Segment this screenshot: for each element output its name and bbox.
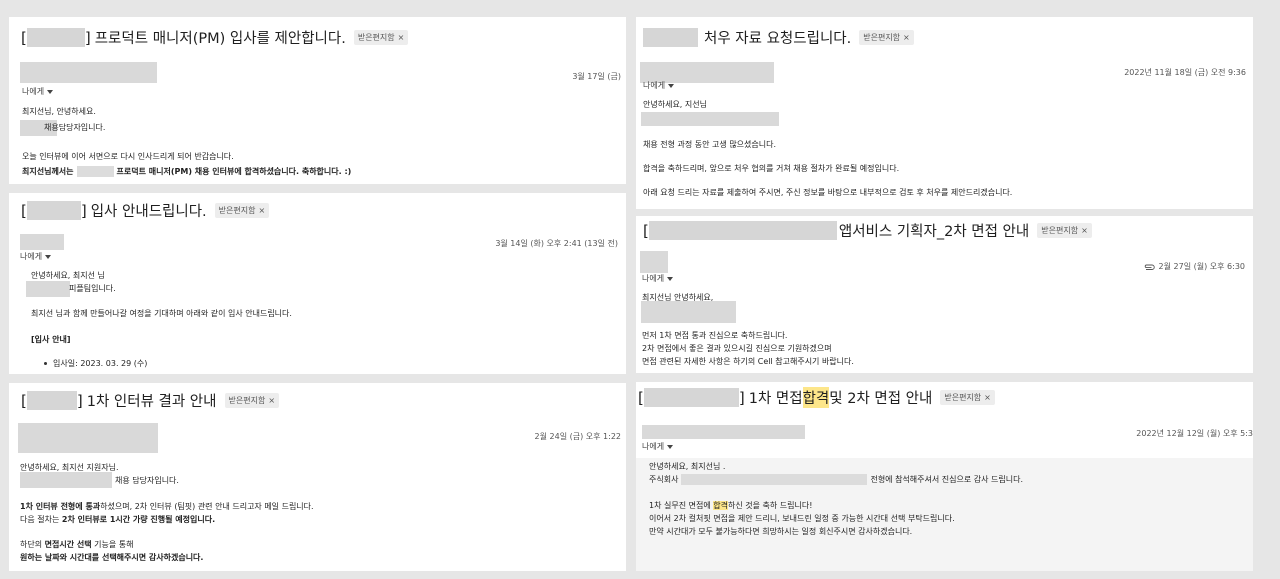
remove-label-icon[interactable]: × — [258, 206, 265, 215]
email-card-second-interview[interactable]: [ 앱서비스 기획자_2차 면접 안내 받은편지함 × 2월 27일 (월) 오후… — [636, 216, 1253, 373]
inbox-label-chip[interactable]: 받은편지함 × — [214, 203, 270, 218]
inbox-label-chip[interactable]: 받은편지함 × — [859, 30, 914, 45]
email-body-quoted: 안녕하세요, 최지선님 . 주식회사 전형에 참석해주셔서 진심으로 감사 드립니… — [636, 458, 1253, 571]
email-body-line: 아래 요청 드리는 자료를 제출하여 주시면, 주신 정보를 바탕으로 내부적으… — [643, 188, 1013, 197]
caret-down-icon — [45, 254, 52, 259]
email-subject: [ ] 1차 면접 합격 및 2차 면접 안내 받은편지함 × — [638, 387, 995, 408]
email-body-line: 만약 시간대가 모두 불가능하다면 희망하시는 일정 회신주시면 감사하겠습니다… — [649, 527, 913, 536]
email-subject: [ ] 입사 안내드립니다. 받은편지함 × — [21, 200, 270, 221]
recipient-dropdown[interactable]: 나에게 — [22, 86, 54, 97]
email-body-line: 피플팀입니다. — [69, 284, 116, 293]
email-subject: [ 앱서비스 기획자_2차 면접 안내 받은편지함 × — [643, 220, 1092, 241]
email-body-line: 다음 절차는 2차 인터뷰로 1시간 가량 진행될 예정입니다. — [20, 515, 216, 524]
email-date: 2월 27일 (월) 오후 6:30 — [1143, 261, 1245, 272]
email-date: 2022년 11월 18일 (금) 오전 9:36 — [1124, 68, 1246, 77]
email-subject: [ ] 1차 인터뷰 결과 안내 받은편지함 × — [21, 390, 280, 411]
email-date: 3월 14일 (화) 오후 2:41 (13일 전) — [495, 239, 618, 248]
email-body-line: 2차 면접에서 좋은 결과 있으시길 진심으로 기원하겠으며 — [642, 344, 832, 353]
email-body-line: 안녕하세요, 지선님 — [643, 100, 707, 109]
redacted-company — [26, 28, 85, 47]
redacted-company — [641, 112, 779, 126]
caret-down-icon — [667, 444, 674, 449]
search-highlight: 합격 — [713, 501, 728, 510]
redacted-sender — [642, 425, 805, 439]
email-body-line: 오늘 인터뷰에 이어 서면으로 다시 인사드리게 되어 반갑습니다. — [22, 152, 234, 161]
email-body-line: 먼저 1차 면접 통과 진심으로 축하드립니다. — [642, 331, 788, 340]
recipient-dropdown[interactable]: 나에게 — [642, 441, 674, 452]
email-card-interview-result[interactable]: [ ] 1차 인터뷰 결과 안내 받은편지함 × 2월 24일 (금) 오후 1:… — [9, 383, 626, 571]
caret-down-icon — [47, 89, 54, 94]
email-body-line: 채용 전형 과정 동안 고생 많으셨습니다. — [643, 140, 777, 149]
attachment-icon — [1144, 264, 1155, 270]
email-body-line: 1차 인터뷰 전형에 통과하셨으며, 2차 인터뷰 (팀핏) 관련 안내 드리고… — [20, 502, 314, 511]
email-body-line: 하단의 면접시간 선택 기능을 통해 — [20, 540, 134, 549]
email-card-first-interview-pass[interactable]: [ ] 1차 면접 합격 및 2차 면접 안내 받은편지함 × 2022년 12월… — [636, 382, 1253, 458]
email-body-line: 1차 실무진 면접에 합격하신 것을 축하 드립니다! — [649, 501, 813, 510]
remove-label-icon[interactable]: × — [903, 33, 910, 42]
remove-label-icon[interactable]: × — [984, 393, 991, 402]
email-subject: 처우 자료 요청드립니다. 받은편지함 × — [643, 27, 914, 48]
inbox-label-chip[interactable]: 받은편지함 × — [1037, 223, 1092, 238]
caret-down-icon — [667, 276, 674, 281]
redacted-company — [26, 281, 70, 297]
redacted-company — [26, 201, 81, 220]
email-body-line: 안녕하세요, 최지선님 . — [649, 462, 726, 471]
email-body-line: 합격을 축하드리며, 앞으로 처우 협의를 거쳐 채용 절차가 완료될 예정입니… — [643, 164, 900, 173]
redacted-company — [26, 391, 77, 410]
redacted-company — [648, 221, 837, 240]
bullet-icon — [44, 362, 47, 365]
email-date: 2월 24일 (금) 오후 1:22 — [534, 432, 621, 441]
email-card-onboarding[interactable]: [ ] 입사 안내드립니다. 받은편지함 × 3월 14일 (화) 오후 2:41… — [9, 193, 626, 374]
email-body-line: [입사 안내] — [31, 335, 71, 344]
recipient-dropdown[interactable]: 나에게 — [642, 273, 674, 284]
redacted-company — [20, 472, 112, 488]
email-body-line: 원하는 날짜와 시간대를 선택해주시면 감사하겠습니다. — [20, 553, 204, 562]
remove-label-icon[interactable]: × — [1081, 226, 1088, 235]
email-date: 3월 17일 (금) — [572, 72, 621, 81]
inbox-label-chip[interactable]: 받은편지함 × — [940, 390, 995, 405]
redacted-sender — [18, 423, 158, 453]
email-body-line: 면접 관련된 자세한 사항은 하기의 Cell 참고해주시기 바랍니다. — [642, 357, 854, 366]
email-body-line: 이어서 2차 컬처핏 면접을 제안 드리니, 보내드린 일정 중 가능한 시간대… — [649, 514, 955, 523]
email-body-line: 최지선 님과 함께 만들어나갈 여정을 기대하며 아래와 같이 입사 안내드립니… — [31, 309, 292, 318]
email-card-compensation[interactable]: 처우 자료 요청드립니다. 받은편지함 × 2022년 11월 18일 (금) 오… — [636, 17, 1253, 209]
remove-label-icon[interactable]: × — [268, 396, 275, 405]
recipient-dropdown[interactable]: 나에게 — [643, 80, 675, 91]
email-body-line: 안녕하세요, 최지선 님 — [31, 271, 105, 280]
redacted-sender — [640, 251, 668, 273]
email-date: 2022년 12월 12일 (월) 오후 5:3 — [1136, 429, 1253, 438]
email-body-line: 최지선님께서는 프로덕트 매니저(PM) 채용 인터뷰에 합격하셨습니다. 축하합… — [22, 166, 352, 177]
redacted-company — [681, 474, 868, 485]
redacted-company — [641, 301, 736, 323]
email-body-line: 채용 담당자입니다. — [115, 476, 179, 485]
redacted-company — [643, 28, 698, 47]
recipient-dropdown[interactable]: 나에게 — [20, 251, 52, 262]
email-body-line: 입사일: 2023. 03. 29 (수) — [44, 358, 147, 369]
inbox-label-chip[interactable]: 받은편지함 × — [353, 30, 409, 45]
redacted-company — [76, 166, 114, 177]
email-body-line: 최지선님, 안녕하세요. — [22, 107, 96, 116]
redacted-sender — [20, 62, 157, 83]
search-highlight: 합격 — [802, 387, 830, 408]
inbox-label-chip[interactable]: 받은편지함 × — [224, 393, 280, 408]
email-body-line: 채용담당자입니다. — [44, 123, 106, 132]
email-card-pm-offer[interactable]: [ ] 프로덕트 매니저(PM) 입사를 제안합니다. 받은편지함 × 3월 17… — [9, 17, 626, 184]
email-body-line: 주식회사 전형에 참석해주셔서 진심으로 감사 드립니다. — [649, 474, 1024, 485]
redacted-sender — [20, 234, 64, 250]
caret-down-icon — [668, 83, 675, 88]
remove-label-icon[interactable]: × — [398, 33, 405, 42]
redacted-company — [643, 388, 739, 407]
email-subject: [ ] 프로덕트 매니저(PM) 입사를 제안합니다. 받은편지함 × — [21, 27, 409, 48]
